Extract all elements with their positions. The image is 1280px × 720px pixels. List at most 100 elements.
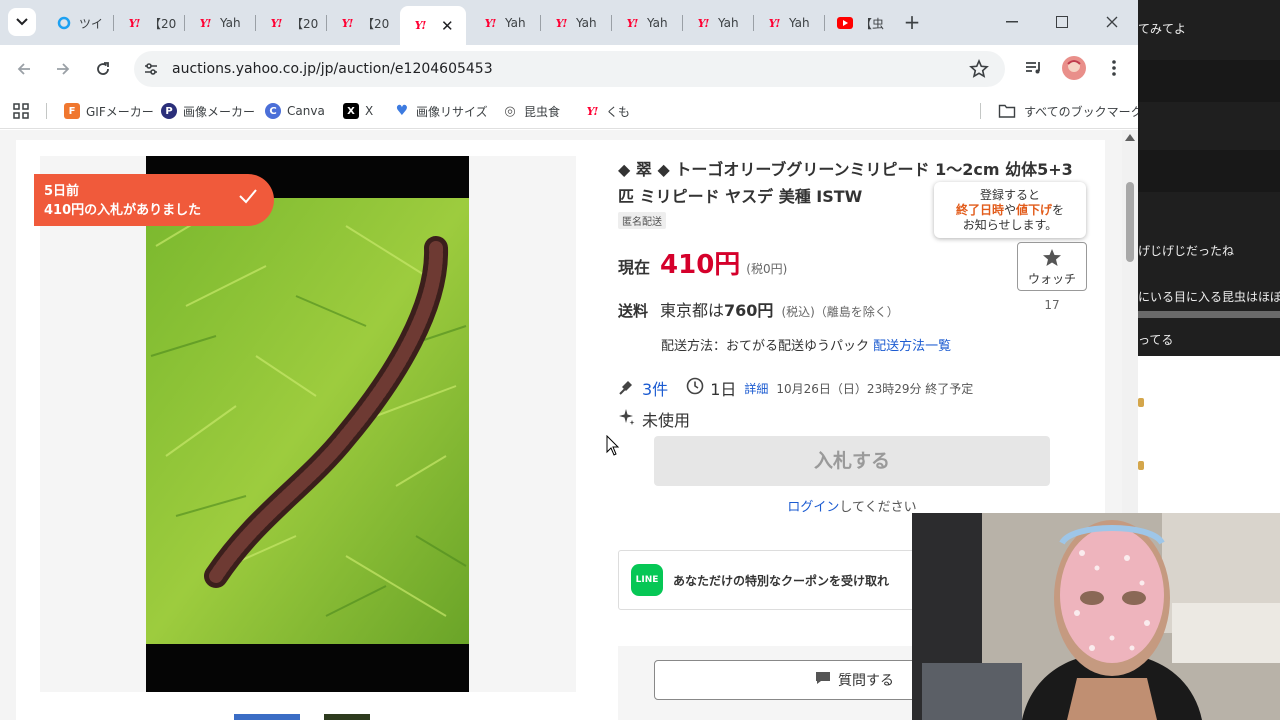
streamer-webcam-image xyxy=(912,513,1280,720)
image-maker-icon: P xyxy=(161,103,177,119)
browser-tab[interactable]: Y! 【20 xyxy=(327,8,398,38)
chat-message: ってる xyxy=(1138,333,1174,347)
watch-tooltip: 登録すると 終了日時や値下げを お知らせします。 xyxy=(934,182,1086,238)
resize-icon: ♥ xyxy=(394,103,410,119)
speech-bubble-icon xyxy=(814,670,832,690)
browser-tab[interactable]: 【虫 xyxy=(825,8,893,38)
yahoo-icon: Y! xyxy=(199,16,212,30)
site-settings-icon[interactable] xyxy=(142,60,160,82)
watch-count: 17 xyxy=(1044,298,1060,312)
browser-tab[interactable]: Y! Yah xyxy=(185,8,256,38)
tab-search-button[interactable] xyxy=(8,8,36,36)
minimize-icon xyxy=(1006,21,1018,23)
close-icon xyxy=(1106,16,1118,28)
gif-maker-icon: F xyxy=(64,103,80,119)
browser-tab[interactable]: Y! Yah xyxy=(754,8,825,38)
current-price: 410円 xyxy=(660,250,741,280)
recent-bid-badge: 5日前 410円の入札がありました xyxy=(34,174,274,226)
browser-tab[interactable]: Y! 【20 xyxy=(114,8,185,38)
yahoo-icon: Y! xyxy=(341,16,354,30)
arrow-left-icon xyxy=(17,63,30,75)
gavel-icon xyxy=(618,377,636,399)
profile-avatar[interactable] xyxy=(1062,56,1086,84)
shipping-row: 送料 東京都は760円 (税込)（離島を除く） xyxy=(618,301,899,320)
bid-button[interactable]: 入札する xyxy=(654,436,1050,486)
yahoo-icon: Y! xyxy=(414,19,427,32)
browser-tab-active[interactable]: Y! ✕ xyxy=(400,6,466,45)
reload-button[interactable] xyxy=(89,55,117,83)
arrow-right-icon xyxy=(57,63,70,75)
chat-badge-icon xyxy=(1138,461,1144,470)
thumbnail-1[interactable] xyxy=(234,714,300,720)
insect-food-icon: ◎ xyxy=(502,103,518,119)
minimize-button[interactable] xyxy=(998,8,1026,36)
address-bar[interactable]: auctions.yahoo.co.jp/jp/auction/e1204605… xyxy=(134,51,1005,87)
login-link[interactable]: ログイン xyxy=(787,500,839,515)
close-tab-icon[interactable]: ✕ xyxy=(441,17,454,35)
detail-link[interactable]: 詳細 xyxy=(744,380,768,397)
x-icon: X xyxy=(343,103,359,119)
webcam-overlay xyxy=(912,513,1280,720)
chevron-down-icon xyxy=(16,18,28,26)
chat-message: てみてよ xyxy=(1138,22,1187,36)
bookmark-star-icon[interactable] xyxy=(969,58,989,83)
chat-message: げじげじだったね xyxy=(1138,244,1235,258)
bookmark-insect-food[interactable]: ◎ 昆虫食 xyxy=(502,101,560,121)
mouse-cursor-icon xyxy=(606,434,620,461)
scroll-thumb[interactable] xyxy=(1126,182,1134,262)
more-menu-icon[interactable] xyxy=(1106,58,1122,82)
check-icon xyxy=(238,188,258,210)
browser-tab[interactable]: Y! Yah xyxy=(541,8,612,38)
yahoo-icon: Y! xyxy=(555,16,568,30)
apps-icon[interactable] xyxy=(12,101,30,121)
product-photo[interactable] xyxy=(146,156,469,692)
bookmark-kumo[interactable]: Y! くも xyxy=(584,101,630,121)
sparkle-icon xyxy=(618,408,636,430)
time-left: 1日 xyxy=(710,380,737,399)
bookmark-x[interactable]: X X xyxy=(343,101,373,121)
circle-icon xyxy=(56,16,72,30)
reload-icon xyxy=(97,62,109,75)
yahoo-icon: Y! xyxy=(128,16,141,30)
bookmark-image-maker[interactable]: P 画像メーカー xyxy=(161,101,255,121)
bid-count-link[interactable]: 3件 xyxy=(642,376,668,400)
bookmark-canva[interactable]: C Canva xyxy=(265,101,325,121)
browser-tab[interactable]: Y! 【20 xyxy=(256,8,327,38)
folder-icon xyxy=(998,104,1016,118)
thumbnail-2[interactable] xyxy=(324,714,370,720)
yahoo-icon: Y! xyxy=(270,16,283,30)
screen: てみてよ げじげじだったね にいる目に入る昆虫はほぼ食 ってる ツイ Y! 【2… xyxy=(0,0,1280,720)
browser-tab[interactable]: Y! Yah xyxy=(612,8,683,38)
bookmark-gif-maker[interactable]: F GIFメーカー xyxy=(64,101,154,121)
browser-tab[interactable]: Y! Yah xyxy=(470,8,541,38)
new-tab-button[interactable]: + xyxy=(900,10,924,34)
shipping-methods-link[interactable]: 配送方法一覧 xyxy=(873,339,951,354)
maximize-button[interactable] xyxy=(1048,8,1076,36)
maximize-icon xyxy=(1056,16,1068,28)
scroll-up-icon[interactable] xyxy=(1125,134,1135,141)
all-bookmarks-button[interactable]: すべてのブックマーク xyxy=(998,101,1138,121)
yahoo-icon: Y! xyxy=(626,16,639,30)
browser-tab[interactable]: ツイ xyxy=(44,8,114,38)
close-window-button[interactable] xyxy=(1098,8,1126,36)
shipping-method: 配送方法：おてがる配送ゆうパック 配送方法一覧 xyxy=(661,339,952,354)
anonymous-shipping-tag: 匿名配送 xyxy=(618,212,666,229)
back-button[interactable] xyxy=(10,55,38,83)
media-control-icon[interactable] xyxy=(1024,58,1044,82)
yahoo-icon: Y! xyxy=(484,16,497,30)
chat-badge-icon xyxy=(1138,398,1144,407)
star-icon xyxy=(1043,249,1061,266)
bookmark-image-resize[interactable]: ♥ 画像リサイズ xyxy=(394,101,488,121)
forward-button[interactable] xyxy=(49,55,77,83)
browser-tab[interactable]: Y! Yah xyxy=(683,8,754,38)
yahoo-icon: Y! xyxy=(584,103,600,119)
current-price-row: 現在 410円 (税0円) xyxy=(618,244,787,281)
youtube-icon xyxy=(837,16,853,30)
millipede-photo-image xyxy=(146,198,469,644)
watch-button[interactable]: ウォッチ xyxy=(1017,242,1087,291)
canva-icon: C xyxy=(265,103,281,119)
line-icon: LINE xyxy=(631,564,663,596)
clock-icon xyxy=(686,377,704,399)
end-time: 10月26日（日）23時29分 終了予定 xyxy=(776,381,974,396)
url-text: auctions.yahoo.co.jp/jp/auction/e1204605… xyxy=(172,61,493,77)
